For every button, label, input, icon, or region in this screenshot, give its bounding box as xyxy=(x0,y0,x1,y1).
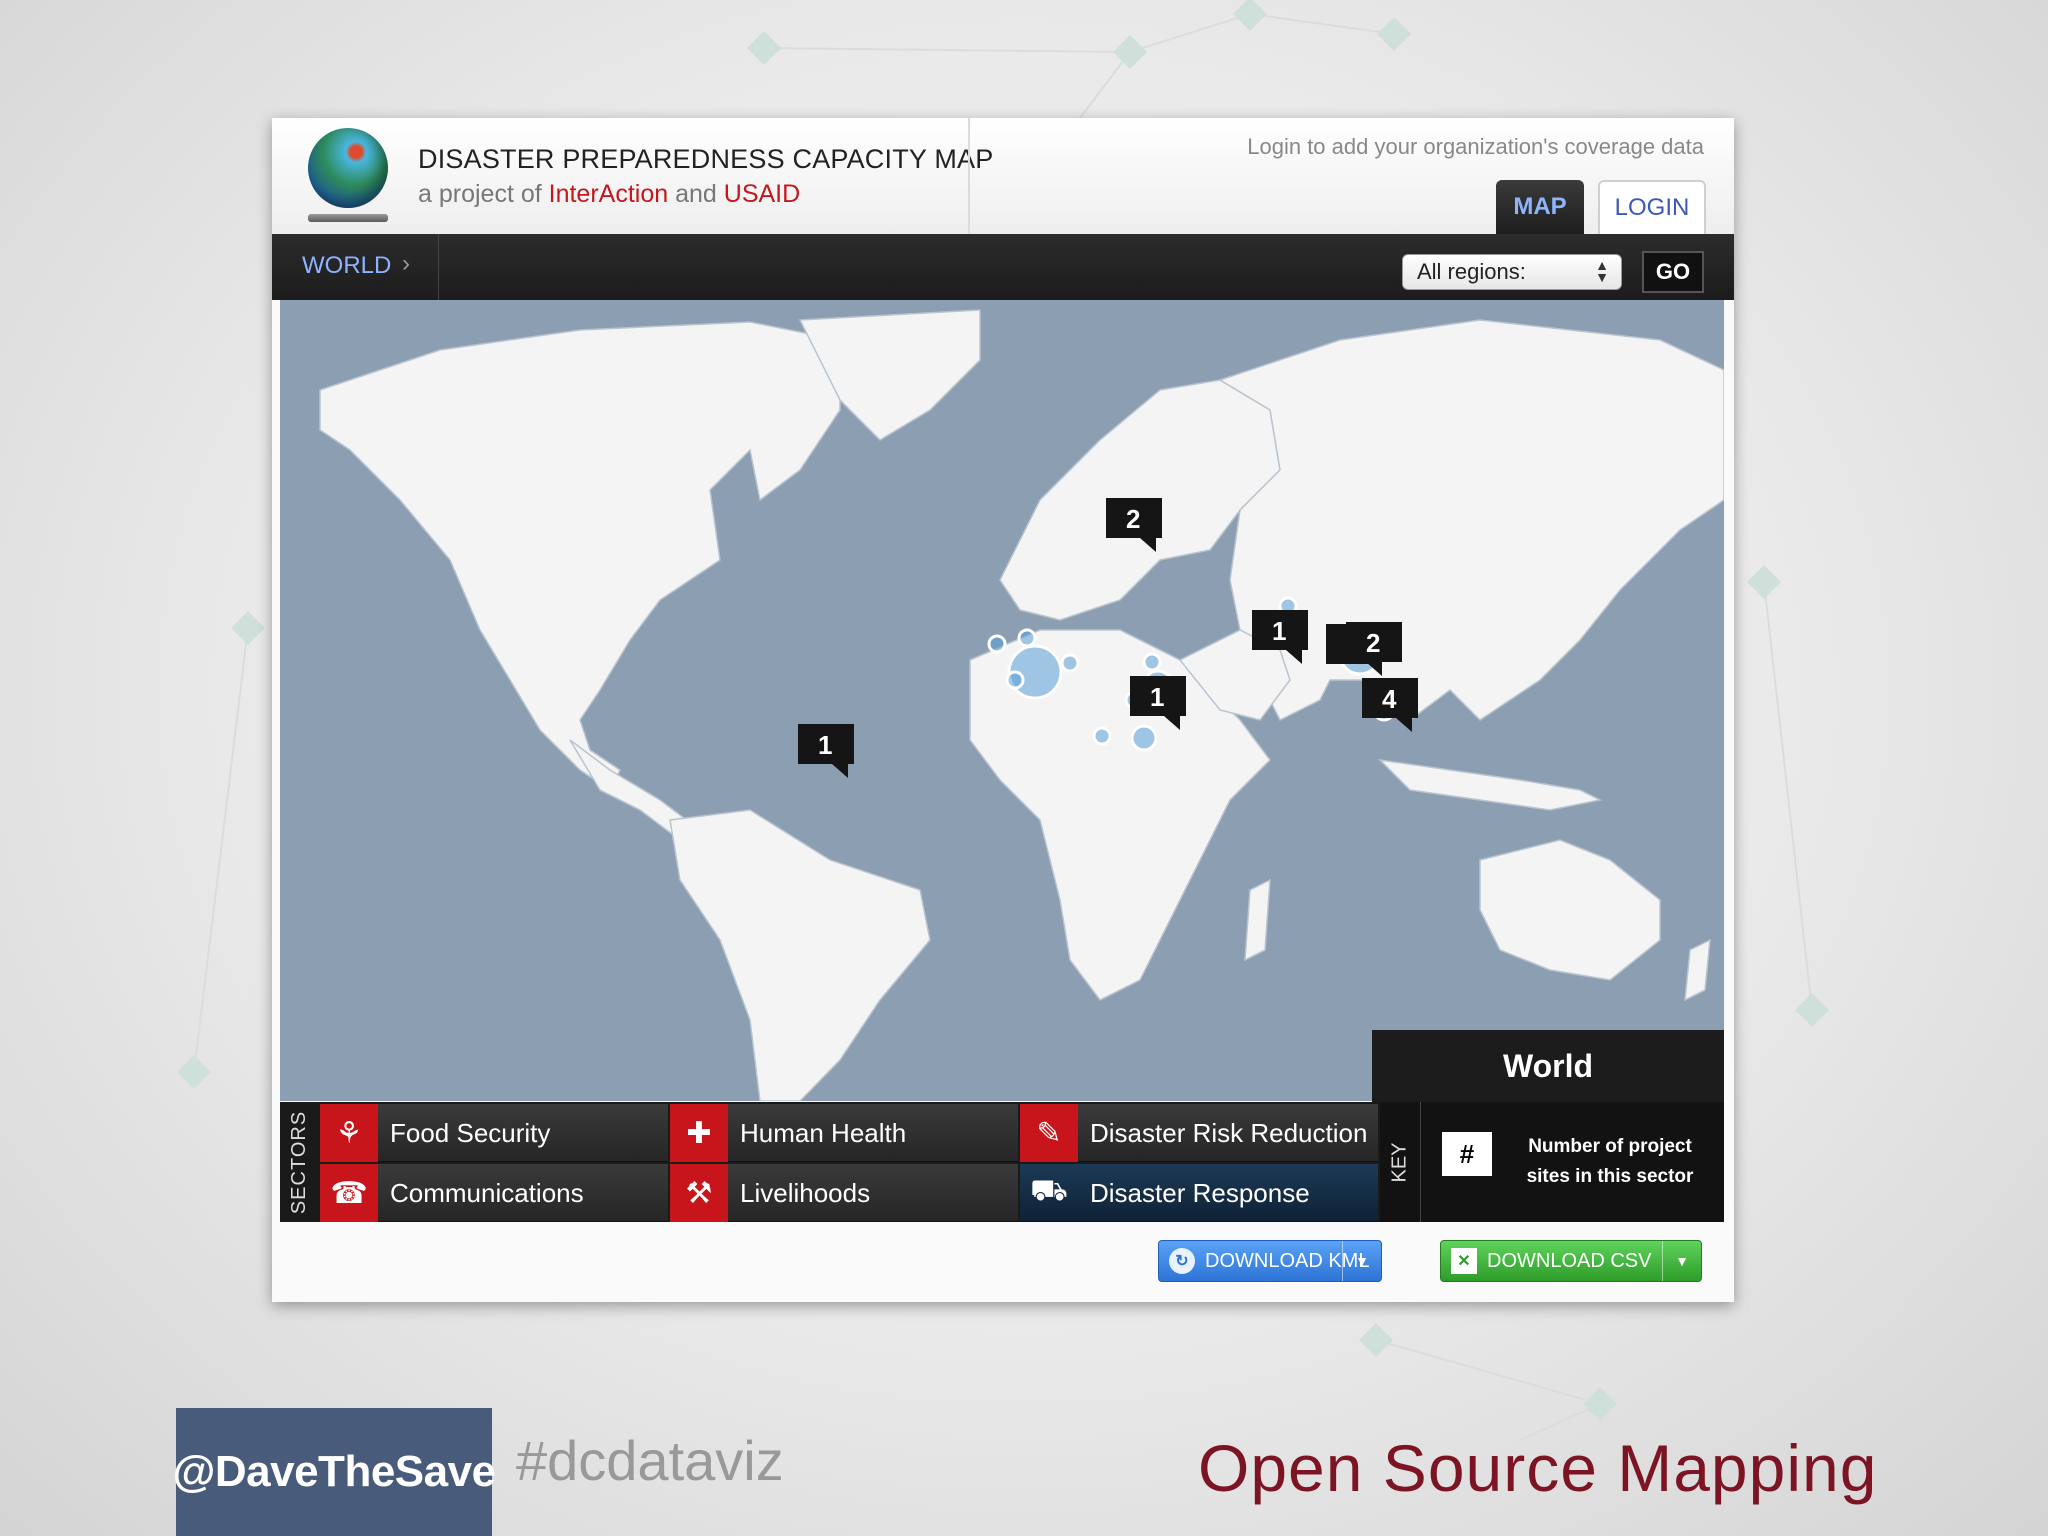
sectors-bar: SECTORS ⚘ Food Security ✚ Human Health ✎… xyxy=(280,1102,1724,1222)
project-site xyxy=(987,634,1007,654)
world-map[interactable]: 2 1 2 1 4 1 xyxy=(280,300,1724,1101)
sector-disaster-response[interactable]: ⛟ Disaster Response xyxy=(1020,1164,1378,1222)
download-csv-label: DOWNLOAD CSV xyxy=(1487,1249,1652,1272)
project-site xyxy=(1130,724,1158,752)
slide-title: Open Source Mapping xyxy=(1198,1431,1878,1505)
key-description: Number of project sites in this sector xyxy=(1526,1136,1694,1187)
svg-text:2: 2 xyxy=(1366,628,1380,658)
sector-disaster-risk-reduction[interactable]: ✎ Disaster Risk Reduction xyxy=(1020,1104,1378,1162)
globe-logo-icon xyxy=(308,128,388,208)
wrench-icon: ⚒ xyxy=(670,1164,728,1222)
key-marker-icon: # xyxy=(1442,1132,1492,1176)
login-hint: Login to add your organization's coverag… xyxy=(1247,134,1704,159)
region-select-value: All regions: xyxy=(1417,259,1526,284)
map-key: KEY # Number of project sites in this se… xyxy=(1380,1102,1724,1222)
download-kml-button[interactable]: ↻ DOWNLOAD KML ▼ xyxy=(1158,1240,1382,1282)
sector-label: Disaster Response xyxy=(1090,1178,1310,1208)
region-select[interactable]: All regions: ▲ ▼ xyxy=(1402,254,1622,290)
breadcrumb-divider xyxy=(438,234,439,300)
food-security-icon: ⚘ xyxy=(320,1104,378,1162)
twitter-handle: @DaveTheSave xyxy=(172,1408,496,1536)
svg-text:1: 1 xyxy=(818,730,832,760)
app-subtitle: a project of InterAction and USAID xyxy=(418,180,800,209)
svg-text:1: 1 xyxy=(1272,616,1286,646)
project-site xyxy=(1060,653,1080,673)
select-arrows-icon: ▲ ▼ xyxy=(1595,257,1609,285)
sector-label: Food Security xyxy=(390,1118,551,1148)
key-label: KEY xyxy=(1380,1102,1421,1222)
human-health-icon: ✚ xyxy=(670,1104,728,1162)
sector-label: Livelihoods xyxy=(740,1178,871,1208)
app-title: DISASTER PREPAREDNESS CAPACITY MAP xyxy=(418,144,994,174)
sector-communications[interactable]: ☎ Communications xyxy=(320,1164,668,1222)
svg-text:2: 2 xyxy=(1126,504,1140,534)
project-site xyxy=(1092,726,1112,746)
hashtag: #dcdataviz xyxy=(516,1429,784,1492)
svg-text:4: 4 xyxy=(1382,684,1397,714)
chevron-right-icon: › xyxy=(402,250,410,277)
sector-livelihoods[interactable]: ⚒ Livelihoods xyxy=(670,1164,1018,1222)
download-csv-button[interactable]: ✕ DOWNLOAD CSV ▼ xyxy=(1440,1240,1702,1282)
header-divider xyxy=(968,118,970,234)
tab-login[interactable]: LOGIN xyxy=(1598,180,1706,234)
app-window: DISASTER PREPAREDNESS CAPACITY MAP a pro… xyxy=(272,118,1734,1302)
interaction-link[interactable]: InterAction xyxy=(549,180,669,208)
sector-label: Disaster Risk Reduction xyxy=(1090,1118,1368,1148)
sector-human-health[interactable]: ✚ Human Health xyxy=(670,1104,1018,1162)
globe-icon: ↻ xyxy=(1169,1248,1195,1274)
disaster-risk-reduction-icon: ✎ xyxy=(1020,1104,1078,1162)
sector-label: Human Health xyxy=(740,1118,907,1148)
ambulance-icon: ⛟ xyxy=(1030,1174,1068,1207)
chevron-down-icon[interactable]: ▼ xyxy=(1662,1241,1701,1281)
sectors-label: SECTORS xyxy=(288,1110,311,1214)
project-site xyxy=(1005,670,1025,690)
usaid-link[interactable]: USAID xyxy=(724,180,800,208)
region-panel-title: World xyxy=(1372,1030,1724,1102)
svg-text:1: 1 xyxy=(1150,682,1164,712)
breadcrumb-world[interactable]: WORLD xyxy=(302,252,391,280)
go-button[interactable]: GO xyxy=(1642,251,1704,293)
tab-map[interactable]: MAP xyxy=(1496,180,1584,234)
telephone-icon: ☎ xyxy=(320,1164,378,1222)
project-site xyxy=(1142,652,1162,672)
spreadsheet-icon: ✕ xyxy=(1451,1248,1477,1274)
subtitle-prefix: a project of xyxy=(418,180,542,208)
project-site xyxy=(1017,628,1037,648)
sector-food-security[interactable]: ⚘ Food Security xyxy=(320,1104,668,1162)
chevron-down-icon[interactable]: ▼ xyxy=(1342,1241,1381,1281)
subtitle-and: and xyxy=(675,180,717,208)
sector-label: Communications xyxy=(390,1178,584,1208)
globe-logo-base xyxy=(308,214,388,222)
app-header: DISASTER PREPAREDNESS CAPACITY MAP a pro… xyxy=(272,118,1734,235)
